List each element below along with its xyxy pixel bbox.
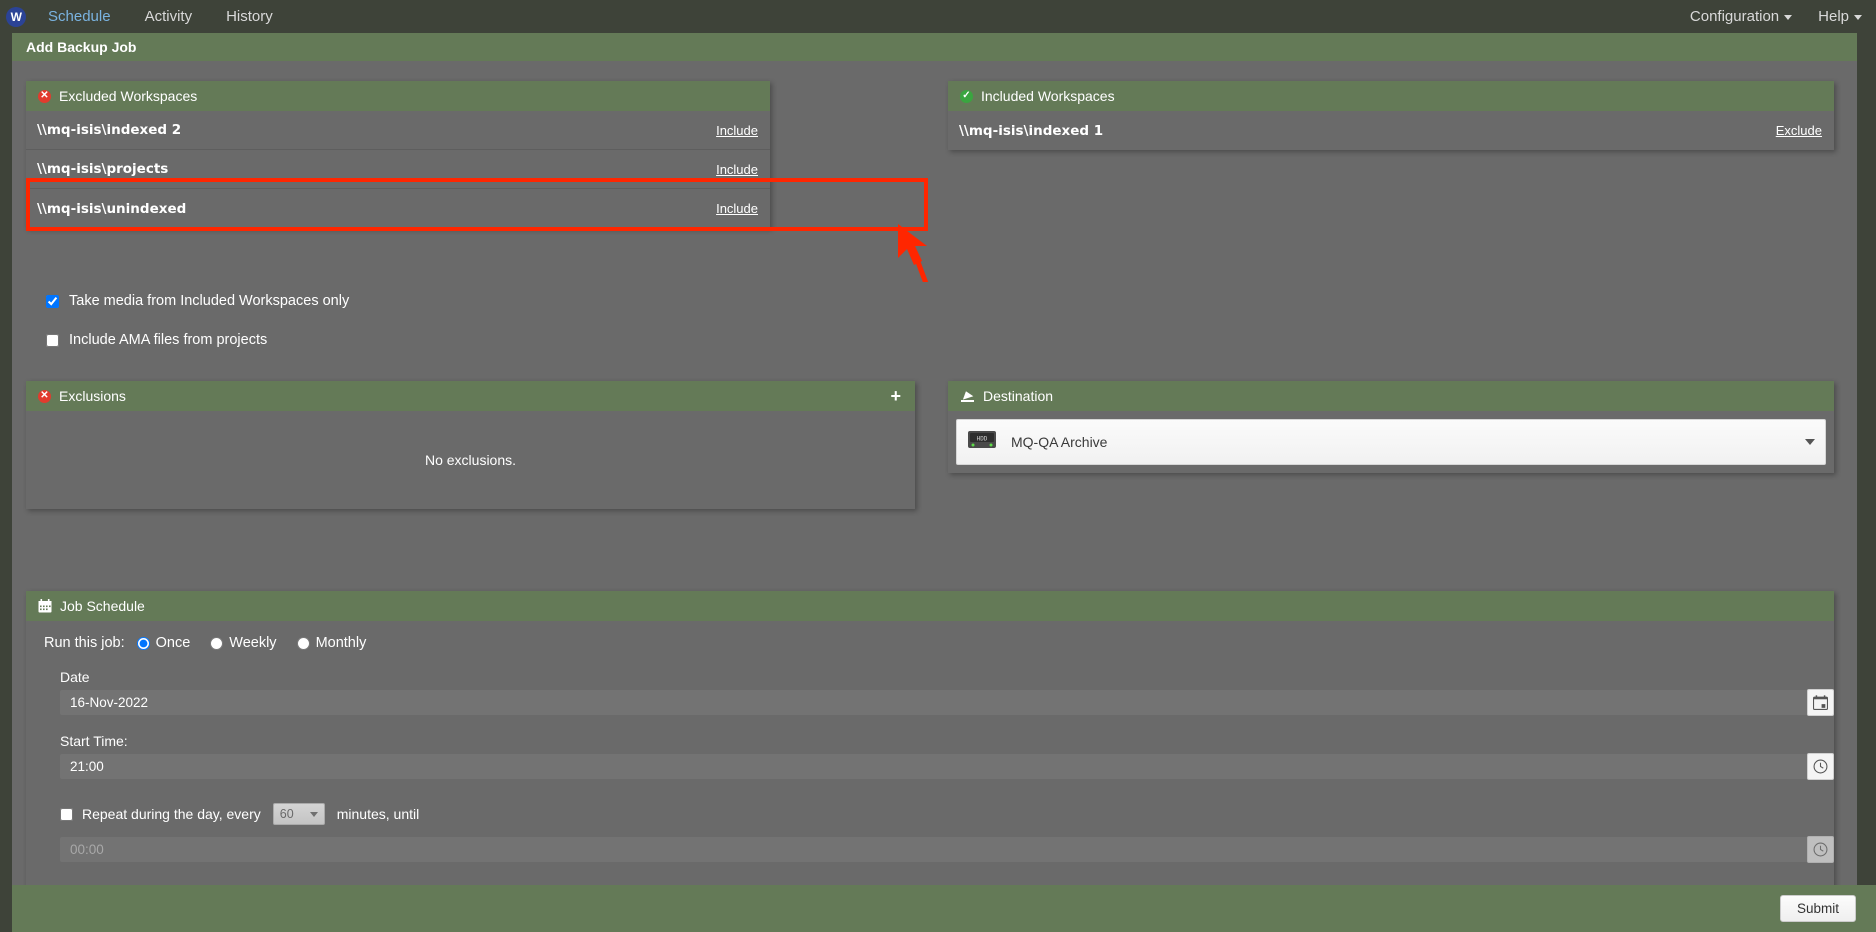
app-logo: W	[6, 6, 26, 27]
frequency-monthly-label: Monthly	[315, 635, 367, 651]
included-workspaces-title: Included Workspaces	[981, 88, 1115, 104]
table-row[interactable]: \\mq-isis\unindexed Include	[26, 189, 770, 228]
nav-item-configuration[interactable]: Configuration	[1689, 8, 1793, 25]
workspace-path: \\mq-isis\indexed 2	[37, 122, 182, 138]
destination-selected-value: MQ-QA Archive	[1011, 434, 1108, 450]
include-link[interactable]: Include	[716, 201, 758, 216]
add-exclusion-button[interactable]: +	[888, 387, 903, 405]
footer-bar: Submit	[12, 885, 1876, 932]
included-workspaces-header: ✓ Included Workspaces	[948, 81, 1834, 111]
error-circle-icon: ✕	[38, 389, 51, 403]
nav-right-group: Configuration Help	[1690, 8, 1876, 25]
take-media-checkbox[interactable]	[46, 294, 59, 308]
run-frequency-group: Run this job: Once Weekly Monthly	[44, 635, 1816, 651]
excluded-workspaces-list: \\mq-isis\indexed 2 Include \\mq-isis\pr…	[26, 111, 770, 228]
repeat-row: Repeat during the day, every 60 minutes,…	[60, 803, 1816, 825]
start-time-field-row	[60, 753, 1834, 780]
repeat-until-field-row	[60, 836, 1834, 863]
nav-configuration-label: Configuration	[1689, 8, 1780, 25]
frequency-once-label: Once	[155, 635, 191, 651]
date-label: Date	[60, 669, 90, 685]
included-workspaces-list: \\mq-isis\indexed 1 Exclude	[948, 111, 1834, 150]
repeat-until-picker-button[interactable]	[1807, 836, 1834, 863]
frequency-weekly-radio[interactable]	[210, 636, 224, 650]
repeat-interval-value: 60	[279, 807, 294, 821]
submit-button[interactable]: Submit	[1779, 895, 1856, 922]
eject-icon	[960, 390, 975, 403]
table-row[interactable]: \\mq-isis\indexed 2 Include	[26, 111, 770, 150]
repeat-prefix-label: Repeat during the day, every	[82, 806, 261, 822]
error-circle-icon: ✕	[38, 89, 51, 103]
run-this-job-label: Run this job:	[44, 635, 125, 651]
chevron-down-icon	[1784, 14, 1793, 20]
date-picker-button[interactable]	[1807, 689, 1834, 716]
job-schedule-title: Job Schedule	[60, 598, 145, 614]
repeat-suffix-label: minutes, until	[336, 806, 420, 822]
option-take-media-row[interactable]: Take media from Included Workspaces only	[46, 293, 349, 309]
excluded-workspaces-title: Excluded Workspaces	[59, 88, 198, 104]
nav-item-history[interactable]: History	[226, 8, 273, 25]
workspace-path: \\mq-isis\indexed 1	[959, 122, 1104, 139]
repeat-interval-select[interactable]: 60	[272, 803, 325, 825]
nav-help-label: Help	[1818, 8, 1849, 25]
destination-header: Destination	[948, 381, 1834, 411]
start-time-picker-button[interactable]	[1807, 753, 1834, 780]
take-media-label: Take media from Included Workspaces only	[69, 293, 350, 309]
exclusions-empty-text: No exclusions.	[424, 452, 517, 468]
options-group: Take media from Included Workspaces only…	[46, 293, 349, 348]
frequency-weekly-label: Weekly	[229, 635, 277, 651]
repeat-during-day-checkbox[interactable]	[60, 807, 73, 821]
excluded-workspaces-panel: ✕ Excluded Workspaces \\mq-isis\indexed …	[26, 81, 770, 228]
start-time-input[interactable]	[60, 754, 1830, 779]
destination-title: Destination	[983, 388, 1054, 404]
nav-item-help[interactable]: Help	[1818, 8, 1862, 25]
date-input[interactable]	[60, 690, 1830, 715]
start-time-label: Start Time:	[60, 733, 128, 749]
table-row[interactable]: \\mq-isis\projects Include	[26, 150, 770, 189]
repeat-until-input[interactable]	[60, 837, 1830, 862]
frequency-monthly-radio[interactable]	[296, 636, 310, 650]
job-schedule-panel: Job Schedule Run this job: Once Weekly M…	[26, 591, 1834, 893]
exclude-link[interactable]: Exclude	[1776, 123, 1822, 138]
table-row[interactable]: \\mq-isis\indexed 1 Exclude	[948, 111, 1834, 150]
exclusions-panel: ✕ Exclusions + No exclusions.	[26, 381, 915, 509]
include-ama-checkbox[interactable]	[46, 333, 59, 347]
frequency-once-radio[interactable]	[136, 636, 150, 650]
svg-text:HDD: HDD	[977, 435, 988, 442]
included-workspaces-panel: ✓ Included Workspaces \\mq-isis\indexed …	[948, 81, 1834, 150]
include-link[interactable]: Include	[716, 123, 758, 138]
workspace-path: \\mq-isis\projects	[37, 161, 169, 177]
destination-select[interactable]: HDD MQ-QA Archive	[956, 419, 1826, 465]
frequency-option-once[interactable]: Once	[136, 635, 191, 651]
date-field-row	[60, 689, 1834, 716]
job-schedule-header: Job Schedule	[26, 591, 1834, 621]
workspace-path: \\mq-isis\unindexed	[37, 200, 187, 217]
exclusions-header: ✕ Exclusions +	[26, 381, 915, 411]
top-navigation-bar: W Schedule Activity History Configuratio…	[0, 0, 1876, 33]
exclusions-title: Exclusions	[59, 388, 126, 404]
chevron-down-icon	[309, 811, 318, 817]
calendar-icon	[38, 599, 52, 613]
nav-item-schedule[interactable]: Schedule	[48, 8, 111, 25]
excluded-workspaces-header: ✕ Excluded Workspaces	[26, 81, 770, 111]
destination-panel: Destination HDD MQ-QA Archive	[948, 381, 1834, 473]
page-title: Add Backup Job	[12, 33, 1857, 61]
frequency-option-monthly[interactable]: Monthly	[296, 635, 367, 651]
job-schedule-body: Run this job: Once Weekly Monthly Date 1…	[26, 621, 1834, 880]
option-include-ama-row[interactable]: Include AMA files from projects	[46, 332, 349, 348]
cursor-arrow-icon	[896, 222, 936, 295]
chevron-down-icon	[1805, 439, 1815, 445]
include-ama-label: Include AMA files from projects	[69, 332, 268, 348]
nav-item-activity[interactable]: Activity	[145, 8, 193, 25]
hdd-icon: HDD	[967, 429, 997, 456]
page-container: Add Backup Job ✕ Excluded Workspaces \\m…	[12, 33, 1857, 932]
frequency-option-weekly[interactable]: Weekly	[210, 635, 277, 651]
check-circle-icon: ✓	[960, 89, 973, 103]
include-link[interactable]: Include	[716, 162, 758, 177]
chevron-down-icon	[1854, 14, 1862, 20]
